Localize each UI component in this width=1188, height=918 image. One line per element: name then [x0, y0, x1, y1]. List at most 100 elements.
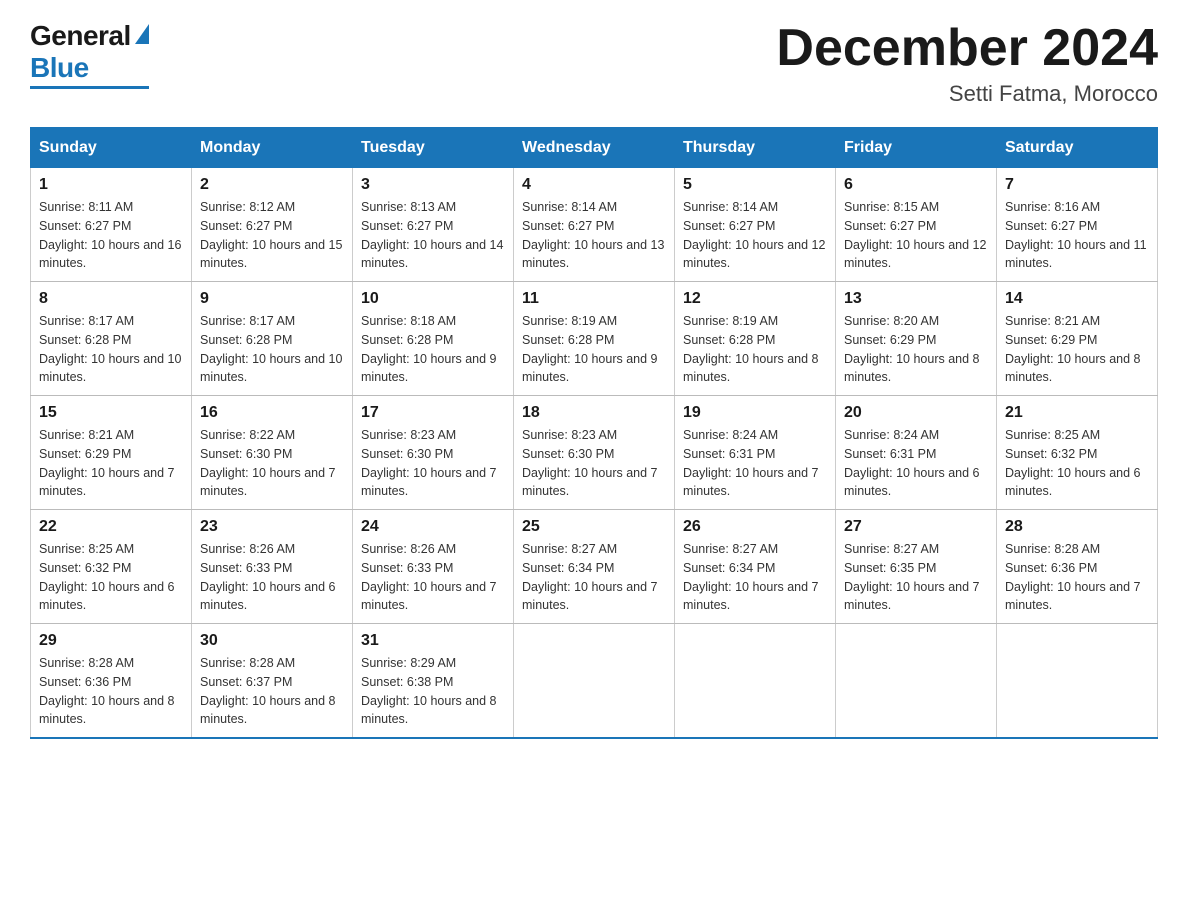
calendar-day-header: Friday — [836, 128, 997, 168]
day-info: Sunrise: 8:29 AMSunset: 6:38 PMDaylight:… — [361, 654, 505, 729]
day-info: Sunrise: 8:11 AMSunset: 6:27 PMDaylight:… — [39, 198, 183, 273]
calendar-cell: 3 Sunrise: 8:13 AMSunset: 6:27 PMDaylight… — [353, 168, 514, 282]
day-info: Sunrise: 8:17 AMSunset: 6:28 PMDaylight:… — [200, 312, 344, 387]
day-number: 21 — [1005, 404, 1149, 422]
calendar-cell: 7 Sunrise: 8:16 AMSunset: 6:27 PMDaylight… — [997, 168, 1158, 282]
title-section: December 2024 Setti Fatma, Morocco — [776, 20, 1158, 107]
day-info: Sunrise: 8:27 AMSunset: 6:34 PMDaylight:… — [683, 540, 827, 615]
day-info: Sunrise: 8:14 AMSunset: 6:27 PMDaylight:… — [522, 198, 666, 273]
calendar-cell: 14 Sunrise: 8:21 AMSunset: 6:29 PMDayligh… — [997, 282, 1158, 396]
calendar-cell: 2 Sunrise: 8:12 AMSunset: 6:27 PMDaylight… — [192, 168, 353, 282]
day-number: 11 — [522, 290, 666, 308]
day-info: Sunrise: 8:28 AMSunset: 6:37 PMDaylight:… — [200, 654, 344, 729]
calendar-day-header: Thursday — [675, 128, 836, 168]
calendar-table: SundayMondayTuesdayWednesdayThursdayFrid… — [30, 127, 1158, 739]
day-info: Sunrise: 8:25 AMSunset: 6:32 PMDaylight:… — [39, 540, 183, 615]
day-number: 4 — [522, 176, 666, 194]
logo-general-text: General — [30, 20, 131, 52]
calendar-cell: 19Sunrise: 8:24 AMSunset: 6:31 PMDayligh… — [675, 396, 836, 510]
calendar-cell: 27 Sunrise: 8:27 AMSunset: 6:35 PMDayligh… — [836, 510, 997, 624]
day-number: 28 — [1005, 518, 1149, 536]
calendar-cell: 25 Sunrise: 8:27 AMSunset: 6:34 PMDayligh… — [514, 510, 675, 624]
calendar-cell: 31 Sunrise: 8:29 AMSunset: 6:38 PMDayligh… — [353, 624, 514, 739]
day-number: 22 — [39, 518, 183, 536]
calendar-day-header: Sunday — [31, 128, 192, 168]
calendar-cell: 30 Sunrise: 8:28 AMSunset: 6:37 PMDayligh… — [192, 624, 353, 739]
calendar-cell — [514, 624, 675, 739]
calendar-cell: 29 Sunrise: 8:28 AMSunset: 6:36 PMDayligh… — [31, 624, 192, 739]
day-number: 10 — [361, 290, 505, 308]
day-info: Sunrise: 8:27 AMSunset: 6:35 PMDaylight:… — [844, 540, 988, 615]
day-info: Sunrise: 8:26 AMSunset: 6:33 PMDaylight:… — [200, 540, 344, 615]
calendar-cell: 26 Sunrise: 8:27 AMSunset: 6:34 PMDayligh… — [675, 510, 836, 624]
calendar-cell: 21 Sunrise: 8:25 AMSunset: 6:32 PMDayligh… — [997, 396, 1158, 510]
day-number: 25 — [522, 518, 666, 536]
day-info: Sunrise: 8:28 AMSunset: 6:36 PMDaylight:… — [1005, 540, 1149, 615]
calendar-cell: 23 Sunrise: 8:26 AMSunset: 6:33 PMDayligh… — [192, 510, 353, 624]
calendar-day-header: Tuesday — [353, 128, 514, 168]
day-number: 12 — [683, 290, 827, 308]
day-number: 20 — [844, 404, 988, 422]
day-number: 8 — [39, 290, 183, 308]
calendar-cell: 13Sunrise: 8:20 AMSunset: 6:29 PMDayligh… — [836, 282, 997, 396]
calendar-cell: 20 Sunrise: 8:24 AMSunset: 6:31 PMDayligh… — [836, 396, 997, 510]
calendar-week-row: 1 Sunrise: 8:11 AMSunset: 6:27 PMDaylight… — [31, 168, 1158, 282]
day-number: 14 — [1005, 290, 1149, 308]
calendar-cell: 1 Sunrise: 8:11 AMSunset: 6:27 PMDaylight… — [31, 168, 192, 282]
calendar-cell: 10 Sunrise: 8:18 AMSunset: 6:28 PMDayligh… — [353, 282, 514, 396]
day-info: Sunrise: 8:24 AMSunset: 6:31 PMDaylight:… — [683, 426, 827, 501]
calendar-cell: 6Sunrise: 8:15 AMSunset: 6:27 PMDaylight… — [836, 168, 997, 282]
day-info: Sunrise: 8:19 AMSunset: 6:28 PMDaylight:… — [683, 312, 827, 387]
month-title: December 2024 — [776, 20, 1158, 77]
day-number: 30 — [200, 632, 344, 650]
day-number: 2 — [200, 176, 344, 194]
calendar-cell: 8 Sunrise: 8:17 AMSunset: 6:28 PMDaylight… — [31, 282, 192, 396]
calendar-cell — [836, 624, 997, 739]
calendar-header-row: SundayMondayTuesdayWednesdayThursdayFrid… — [31, 128, 1158, 168]
day-number: 27 — [844, 518, 988, 536]
day-number: 29 — [39, 632, 183, 650]
day-info: Sunrise: 8:17 AMSunset: 6:28 PMDaylight:… — [39, 312, 183, 387]
calendar-cell: 5 Sunrise: 8:14 AMSunset: 6:27 PMDaylight… — [675, 168, 836, 282]
day-number: 17 — [361, 404, 505, 422]
calendar-cell: 18 Sunrise: 8:23 AMSunset: 6:30 PMDayligh… — [514, 396, 675, 510]
day-number: 26 — [683, 518, 827, 536]
day-number: 23 — [200, 518, 344, 536]
location-subtitle: Setti Fatma, Morocco — [776, 81, 1158, 107]
day-number: 7 — [1005, 176, 1149, 194]
logo-blue-text: Blue — [30, 52, 89, 84]
day-info: Sunrise: 8:14 AMSunset: 6:27 PMDaylight:… — [683, 198, 827, 273]
day-info: Sunrise: 8:21 AMSunset: 6:29 PMDaylight:… — [1005, 312, 1149, 387]
calendar-cell: 22 Sunrise: 8:25 AMSunset: 6:32 PMDayligh… — [31, 510, 192, 624]
day-info: Sunrise: 8:23 AMSunset: 6:30 PMDaylight:… — [522, 426, 666, 501]
day-number: 3 — [361, 176, 505, 194]
calendar-week-row: 15Sunrise: 8:21 AMSunset: 6:29 PMDayligh… — [31, 396, 1158, 510]
day-info: Sunrise: 8:13 AMSunset: 6:27 PMDaylight:… — [361, 198, 505, 273]
day-number: 31 — [361, 632, 505, 650]
day-info: Sunrise: 8:25 AMSunset: 6:32 PMDaylight:… — [1005, 426, 1149, 501]
day-info: Sunrise: 8:24 AMSunset: 6:31 PMDaylight:… — [844, 426, 988, 501]
calendar-day-header: Monday — [192, 128, 353, 168]
calendar-cell: 9 Sunrise: 8:17 AMSunset: 6:28 PMDaylight… — [192, 282, 353, 396]
day-info: Sunrise: 8:28 AMSunset: 6:36 PMDaylight:… — [39, 654, 183, 729]
calendar-cell: 4 Sunrise: 8:14 AMSunset: 6:27 PMDaylight… — [514, 168, 675, 282]
logo-underline — [30, 86, 149, 89]
calendar-week-row: 29 Sunrise: 8:28 AMSunset: 6:36 PMDayligh… — [31, 624, 1158, 739]
day-info: Sunrise: 8:26 AMSunset: 6:33 PMDaylight:… — [361, 540, 505, 615]
day-info: Sunrise: 8:27 AMSunset: 6:34 PMDaylight:… — [522, 540, 666, 615]
day-info: Sunrise: 8:12 AMSunset: 6:27 PMDaylight:… — [200, 198, 344, 273]
day-info: Sunrise: 8:18 AMSunset: 6:28 PMDaylight:… — [361, 312, 505, 387]
day-info: Sunrise: 8:15 AMSunset: 6:27 PMDaylight:… — [844, 198, 988, 273]
calendar-cell: 28 Sunrise: 8:28 AMSunset: 6:36 PMDayligh… — [997, 510, 1158, 624]
day-info: Sunrise: 8:21 AMSunset: 6:29 PMDaylight:… — [39, 426, 183, 501]
day-number: 18 — [522, 404, 666, 422]
day-number: 1 — [39, 176, 183, 194]
calendar-cell: 17Sunrise: 8:23 AMSunset: 6:30 PMDayligh… — [353, 396, 514, 510]
calendar-day-header: Wednesday — [514, 128, 675, 168]
day-info: Sunrise: 8:20 AMSunset: 6:29 PMDaylight:… — [844, 312, 988, 387]
day-number: 5 — [683, 176, 827, 194]
calendar-cell: 16Sunrise: 8:22 AMSunset: 6:30 PMDayligh… — [192, 396, 353, 510]
day-info: Sunrise: 8:16 AMSunset: 6:27 PMDaylight:… — [1005, 198, 1149, 273]
calendar-cell: 15Sunrise: 8:21 AMSunset: 6:29 PMDayligh… — [31, 396, 192, 510]
day-number: 9 — [200, 290, 344, 308]
